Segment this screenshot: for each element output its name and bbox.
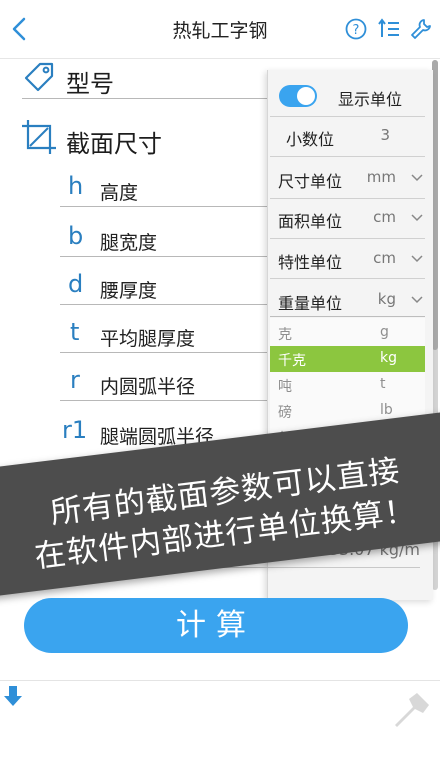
param-label: 腿宽度 xyxy=(100,232,158,254)
option-g[interactable]: 克 g xyxy=(270,320,425,346)
divider xyxy=(270,156,425,157)
calculate-button[interactable]: 计算 xyxy=(24,598,408,653)
decimals-label: 小数位 xyxy=(286,130,335,149)
param-symbol: b xyxy=(68,222,84,250)
option-value: kg xyxy=(380,350,397,366)
option-label: 克 xyxy=(278,327,292,343)
param-underline xyxy=(60,400,267,401)
divider xyxy=(270,316,425,317)
chevron-down-icon xyxy=(411,174,423,182)
svg-text:?: ? xyxy=(353,23,360,38)
option-kg[interactable]: 千克 kg xyxy=(270,346,425,372)
chevron-down-icon xyxy=(411,214,423,222)
show-units-label: 显示单位 xyxy=(338,90,403,109)
down-arrow-icon[interactable] xyxy=(2,684,24,708)
weight-unit-value: kg xyxy=(377,290,396,308)
option-value: lb xyxy=(380,402,393,418)
param-symbol: r xyxy=(70,366,80,394)
param-symbol: r1 xyxy=(62,416,88,444)
prop-unit-value: cm xyxy=(373,249,396,267)
param-underline xyxy=(60,304,267,305)
chevron-down-icon xyxy=(411,255,423,263)
sort-icon[interactable] xyxy=(377,18,401,40)
dim-unit-row[interactable]: 尺寸单位 mm xyxy=(270,158,430,198)
option-label: 吨 xyxy=(278,379,292,395)
param-label: 高度 xyxy=(100,182,139,204)
decimals-row[interactable]: 小数位 3 xyxy=(270,116,430,156)
area-unit-label: 面积单位 xyxy=(278,212,343,231)
option-t[interactable]: 吨 t xyxy=(270,372,425,398)
tag-icon xyxy=(24,62,54,92)
decimals-value: 3 xyxy=(380,126,390,144)
param-symbol: d xyxy=(68,270,84,298)
divider xyxy=(270,278,425,279)
show-units-row[interactable]: 显示单位 xyxy=(270,76,430,116)
param-underline xyxy=(60,206,267,207)
param-underline xyxy=(60,352,267,353)
param-label: 腰厚度 xyxy=(100,280,158,302)
option-value: t xyxy=(380,376,386,392)
dims-section-title: 截面尺寸 xyxy=(66,130,162,158)
param-underline xyxy=(60,256,267,257)
prop-unit-label: 特性单位 xyxy=(278,253,343,272)
param-label: 平均腿厚度 xyxy=(100,328,196,350)
weight-unit-label: 重量单位 xyxy=(278,294,343,313)
wrench-icon[interactable] xyxy=(409,17,433,41)
param-symbol: t xyxy=(70,318,80,346)
page-title: 热轧工字钢 xyxy=(172,20,268,42)
dim-unit-label: 尺寸单位 xyxy=(278,172,343,191)
help-icon[interactable]: ? xyxy=(345,18,367,40)
bottom-bar xyxy=(0,680,440,771)
param-label: 内圆弧半径 xyxy=(100,376,196,398)
chevron-down-icon xyxy=(411,296,423,304)
prop-unit-row[interactable]: 特性单位 cm xyxy=(270,239,430,279)
model-underline xyxy=(22,98,267,99)
option-label: 磅 xyxy=(278,405,292,421)
crop-icon xyxy=(22,120,56,154)
option-value: g xyxy=(380,324,389,340)
show-units-toggle[interactable] xyxy=(278,84,318,108)
weight-unit-row[interactable]: 重量单位 kg xyxy=(270,280,430,320)
dim-unit-value: mm xyxy=(366,168,396,186)
model-section-title: 型号 xyxy=(66,70,114,98)
area-unit-value: cm xyxy=(373,208,396,226)
wrench-watermark-icon xyxy=(395,693,429,727)
option-label: 千克 xyxy=(278,353,306,369)
param-symbol: h xyxy=(68,172,84,200)
area-unit-row[interactable]: 面积单位 cm xyxy=(270,198,430,238)
